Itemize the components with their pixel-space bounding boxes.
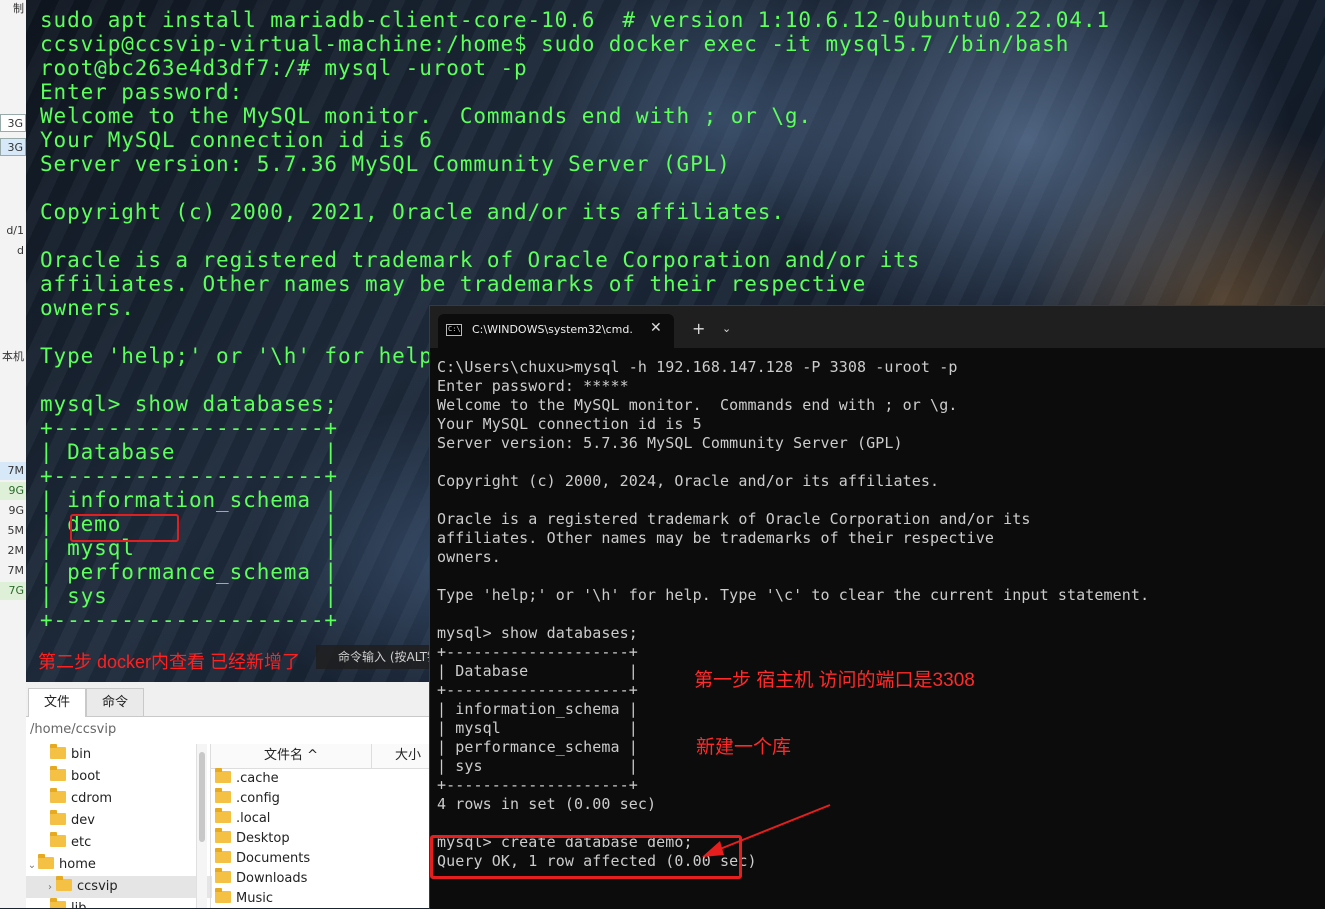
folder-icon: [50, 810, 66, 825]
left-strip-fragment: 5M: [7, 524, 25, 537]
cmd-tab[interactable]: C:\ C:\WINDOWS\system32\cmd. ✕: [438, 314, 674, 348]
cmd-titlebar: C:\ C:\WINDOWS\system32\cmd. ✕ + ⌄: [430, 306, 1325, 348]
folder-icon: [50, 766, 66, 781]
folder-icon: [50, 832, 66, 847]
file-row[interactable]: Downloads: [211, 868, 430, 889]
folder-icon: [215, 808, 231, 823]
left-strip-fragment: 制: [13, 2, 24, 15]
file-row[interactable]: .local: [211, 808, 430, 829]
file-name: Downloads: [236, 871, 308, 886]
scrollbar-thumb[interactable]: [199, 752, 205, 842]
file-row[interactable]: .config: [211, 788, 430, 809]
file-rows: .cache .config .local Desktop Documents Downl…: [211, 768, 430, 908]
chevron-icon: ›: [48, 882, 52, 893]
chevron-down-icon[interactable]: ⌄: [722, 322, 731, 335]
tab-commands[interactable]: 命令: [86, 688, 144, 716]
left-strip-fragment: d/1: [6, 224, 24, 237]
column-header-size[interactable]: 大小: [395, 744, 421, 768]
cmd-output: C:\Users\chuxu>mysql -h 192.168.147.128 …: [437, 358, 1150, 870]
path-bar[interactable]: /home/ccsvip: [30, 722, 116, 737]
file-name: Music: [236, 891, 273, 906]
left-strip-fragment: 2M: [7, 544, 25, 557]
tree-item-label: dev: [71, 813, 95, 828]
left-strip-fragment: 7G: [0, 582, 26, 600]
folder-icon: [215, 828, 231, 843]
left-strip-fragment: 7M: [7, 564, 25, 577]
file-name: .config: [236, 791, 280, 806]
close-tab-icon[interactable]: ✕: [650, 320, 662, 336]
tree-item-dev[interactable]: dev: [26, 810, 206, 832]
folder-icon: [56, 876, 72, 891]
new-tab-button[interactable]: +: [692, 319, 705, 338]
red-arrow-icon: [702, 804, 831, 857]
tree-scrollbar[interactable]: [196, 744, 207, 908]
demo-highlight-box: [70, 514, 179, 542]
step1-annotation: 第一步 宿主机 访问的端口是3308: [694, 670, 975, 691]
folder-icon: [38, 854, 54, 869]
folder-icon: [50, 898, 66, 908]
folder-icon: [215, 848, 231, 863]
file-manager-panel: 文件 命令 /home/ccsvip bin boot cdrom dev etc ⌄ ho…: [26, 682, 430, 908]
folder-icon: [215, 788, 231, 803]
left-app-strip: 制 3G 3G d/1 d 本机 7M 9G 9G 5M 2M 7M 7G: [0, 0, 27, 908]
cmd-window[interactable]: C:\ C:\WINDOWS\system32\cmd. ✕ + ⌄ C:\Us…: [429, 305, 1325, 909]
tree-item-ccsvip[interactable]: › ccsvip: [26, 876, 212, 898]
tree-item-label: home: [59, 857, 96, 872]
folder-icon: [215, 868, 231, 883]
tree-item-home[interactable]: ⌄ home: [26, 854, 194, 876]
file-name: Documents: [236, 851, 311, 866]
file-list: 文件名 ^ 大小 .cache .config .local Desktop Docum…: [210, 744, 430, 908]
tree-item-label: boot: [71, 769, 101, 784]
tree-item-label: cdrom: [71, 791, 113, 806]
cmd-icon: C:\: [446, 324, 462, 336]
tree-item-bin[interactable]: bin: [26, 744, 206, 766]
tree-item-lib[interactable]: lib: [26, 898, 206, 908]
tree-item-boot[interactable]: boot: [26, 766, 206, 788]
left-strip-fragment: 9G: [0, 482, 26, 500]
file-row[interactable]: Documents: [211, 848, 430, 869]
file-name: Desktop: [236, 831, 290, 846]
folder-icon: [215, 888, 231, 903]
left-strip-fragment: d: [17, 244, 24, 257]
folder-icon: [50, 744, 66, 759]
folder-tree: bin boot cdrom dev etc ⌄ home › ccsvip lib: [26, 744, 212, 908]
tree-item-label: etc: [71, 835, 92, 850]
file-row[interactable]: Music: [211, 888, 430, 908]
column-header-name[interactable]: 文件名 ^: [211, 744, 372, 768]
new-db-annotation: 新建一个库: [696, 737, 792, 758]
step2-annotation: 第二步 docker内查看 已经新增了: [38, 652, 301, 672]
tree-item-label: lib: [71, 901, 86, 908]
file-name: .cache: [236, 771, 279, 786]
file-row[interactable]: Desktop: [211, 828, 430, 849]
chevron-icon: ⌄: [27, 860, 37, 871]
file-name: .local: [236, 811, 271, 826]
left-strip-fragment: 3G: [0, 114, 26, 132]
left-strip-fragment: 7M: [0, 462, 26, 480]
tree-item-etc[interactable]: etc: [26, 832, 206, 854]
file-row[interactable]: .cache: [211, 768, 430, 789]
folder-icon: [215, 768, 231, 783]
left-strip-fragment: 9G: [8, 504, 24, 517]
tab-files[interactable]: 文件: [28, 688, 86, 717]
tree-item-cdrom[interactable]: cdrom: [26, 788, 206, 810]
folder-icon: [50, 788, 66, 803]
left-strip-fragment: 3G: [0, 138, 26, 156]
tree-item-label: ccsvip: [77, 879, 118, 894]
file-manager-tabs: 文件 命令: [26, 682, 430, 717]
tree-item-label: bin: [71, 747, 92, 762]
cmd-tab-title: C:\WINDOWS\system32\cmd.: [472, 323, 633, 336]
left-strip-fragment: 本机: [2, 350, 24, 363]
file-list-header: 文件名 ^ 大小: [211, 744, 430, 769]
